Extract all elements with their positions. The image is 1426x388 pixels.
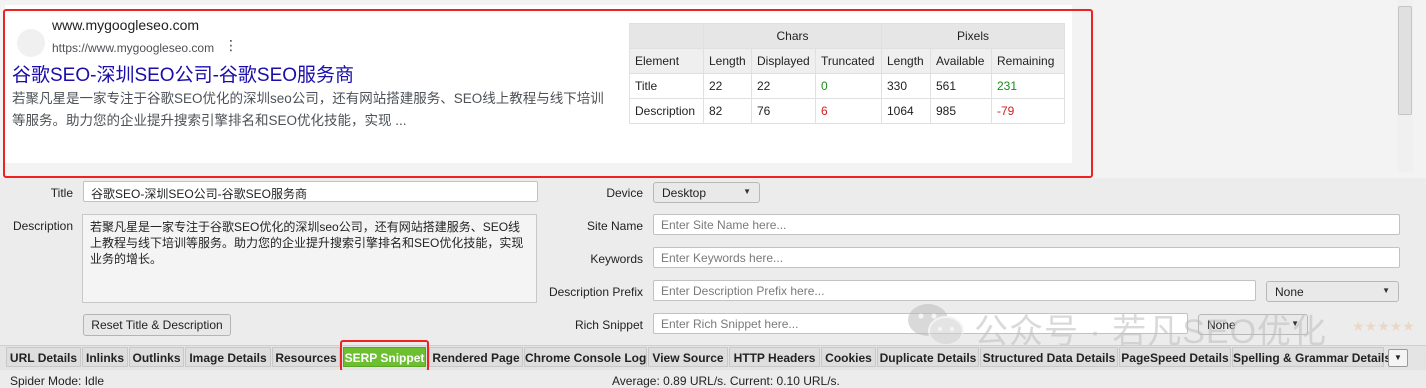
stats-cell: 22 bbox=[751, 73, 816, 99]
stats-group-chars: Chars bbox=[703, 23, 882, 49]
serp-title-link[interactable]: 谷歌SEO-深圳SEO公司-谷歌SEO服务商 bbox=[12, 60, 354, 87]
keywords-label: Keywords bbox=[590, 252, 643, 266]
serp-description: 若聚凡星是一家专注于谷歌SEO优化的深圳seo公司，还有网站搭建服务、SEO线上… bbox=[12, 91, 604, 128]
snippet-stats-table: Chars Pixels Element Length Displayed Tr… bbox=[629, 23, 1065, 124]
watermark-stars: ★★★★★ bbox=[1352, 318, 1415, 334]
stats-cell: 1064 bbox=[881, 98, 931, 124]
stats-group-pixels: Pixels bbox=[881, 23, 1065, 49]
description-prefix-select-value: None bbox=[1275, 285, 1304, 299]
stats-cell: 0 bbox=[815, 73, 882, 99]
chevron-down-icon: ▼ bbox=[743, 187, 751, 196]
stats-header: Length bbox=[703, 48, 752, 74]
description-prefix-select[interactable]: None ▼ bbox=[1266, 281, 1399, 302]
tab-url-details[interactable]: URL Details bbox=[6, 347, 81, 367]
tab-spelling-grammar-details[interactable]: Spelling & Grammar Details bbox=[1232, 347, 1391, 367]
keywords-input[interactable]: Enter Keywords here... bbox=[653, 247, 1400, 268]
tab-view-source[interactable]: View Source bbox=[648, 347, 728, 367]
site-name-input[interactable]: Enter Site Name here... bbox=[653, 214, 1400, 235]
site-favicon bbox=[17, 29, 45, 57]
device-label: Device bbox=[606, 186, 643, 200]
tab-image-details[interactable]: Image Details bbox=[185, 347, 271, 367]
stats-cell: 82 bbox=[703, 98, 752, 124]
serp-site-url: https://www.mygoogleseo.com bbox=[52, 41, 215, 55]
tab-rendered-page[interactable]: Rendered Page bbox=[429, 347, 523, 367]
stats-cell: -79 bbox=[991, 98, 1065, 124]
stats-header: Length bbox=[881, 48, 931, 74]
device-select[interactable]: Desktop ▼ bbox=[653, 182, 760, 203]
stats-cell: 330 bbox=[881, 73, 931, 99]
title-label: Title bbox=[50, 186, 73, 200]
description-label: Description bbox=[12, 219, 73, 233]
stats-corner bbox=[629, 23, 704, 49]
tab-duplicate-details[interactable]: Duplicate Details bbox=[877, 347, 979, 367]
stats-header: Remaining bbox=[991, 48, 1065, 74]
annotation-tab-highlight bbox=[340, 340, 429, 372]
stats-cell: 22 bbox=[703, 73, 752, 99]
status-bar: Spider Mode: Idle Average: 0.89 URL/s. C… bbox=[0, 370, 1426, 388]
preview-scrollbar-thumb[interactable] bbox=[1398, 6, 1412, 115]
description-textarea[interactable]: 若聚凡星是一家专注于谷歌SEO优化的深圳seo公司，还有网站搭建服务、SEO线上… bbox=[82, 214, 537, 303]
stats-cell: 231 bbox=[991, 73, 1065, 99]
tab-inlinks[interactable]: Inlinks bbox=[82, 347, 128, 367]
serp-preview-panel: www.mygoogleseo.com https://www.mygoogle… bbox=[0, 0, 1426, 178]
tab-http-headers[interactable]: HTTP Headers bbox=[729, 347, 820, 367]
description-prefix-label: Description Prefix bbox=[548, 285, 643, 299]
chevron-down-icon: ▼ bbox=[1382, 286, 1390, 295]
stats-row-title: Title 22 22 0 330 561 231 bbox=[629, 73, 1065, 99]
rich-snippet-label: Rich Snippet bbox=[574, 318, 643, 332]
stats-cell: Description bbox=[629, 98, 704, 124]
stats-header: Truncated bbox=[815, 48, 882, 74]
stats-row-description: Description 82 76 6 1064 985 -79 bbox=[629, 98, 1065, 124]
stats-header: Available bbox=[930, 48, 992, 74]
tabs-overflow-chevron-icon[interactable]: ▼ bbox=[1388, 349, 1408, 367]
status-spider-mode: Spider Mode: Idle bbox=[10, 374, 105, 388]
stats-header: Displayed bbox=[751, 48, 816, 74]
tab-chrome-console-log[interactable]: Chrome Console Log bbox=[524, 347, 647, 367]
stats-cell: 985 bbox=[930, 98, 992, 124]
wechat-icon bbox=[908, 304, 964, 346]
tab-structured-data-details[interactable]: Structured Data Details bbox=[980, 347, 1118, 367]
device-select-value: Desktop bbox=[662, 186, 707, 200]
stats-cell: Title bbox=[629, 73, 704, 99]
tab-cookies[interactable]: Cookies bbox=[821, 347, 876, 367]
stats-cell: 561 bbox=[930, 73, 992, 99]
description-prefix-input[interactable]: Enter Description Prefix here... bbox=[653, 280, 1256, 301]
stats-header: Element bbox=[629, 48, 704, 74]
serp-site-name: www.mygoogleseo.com bbox=[52, 17, 200, 33]
reset-title-description-button[interactable]: Reset Title & Description bbox=[83, 314, 231, 336]
site-name-label: Site Name bbox=[586, 219, 643, 233]
stats-cell: 6 bbox=[815, 98, 882, 124]
status-crawl-speed: Average: 0.89 URL/s. Current: 0.10 URL/s… bbox=[612, 374, 840, 388]
tab-resources[interactable]: Resources bbox=[272, 347, 340, 367]
more-options-icon[interactable]: ⋮ bbox=[224, 38, 238, 52]
tab-pagespeed-details[interactable]: PageSpeed Details bbox=[1119, 347, 1231, 367]
stats-cell: 76 bbox=[751, 98, 816, 124]
title-input[interactable]: 谷歌SEO-深圳SEO公司-谷歌SEO服务商 bbox=[83, 181, 538, 202]
tab-outlinks[interactable]: Outlinks bbox=[129, 347, 184, 367]
